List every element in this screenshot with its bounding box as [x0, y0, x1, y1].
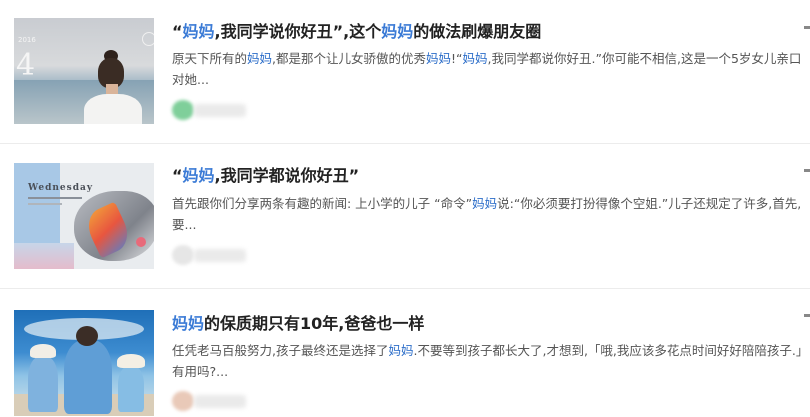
- thumb-date-label: 2016: [18, 36, 36, 44]
- result-title[interactable]: “妈妈,我同学说你好丑”,这个妈妈的做法刷爆朋友圈: [172, 18, 802, 42]
- result-item[interactable]: 2016 4 “妈妈,我同学说你好丑”,这个妈妈的做法刷爆朋友圈 原天下所有的妈…: [0, 0, 810, 144]
- thumb-figure: [28, 356, 58, 412]
- result-item[interactable]: 妈妈的保质期只有10年,爸爸也一样 任凭老马百般努力,孩子最终还是选择了妈妈.不…: [0, 288, 810, 417]
- title-text: 的做法刷爆朋友圈: [413, 22, 542, 41]
- thumb-line: [28, 203, 62, 205]
- search-results-list: 2016 4 “妈妈,我同学说你好丑”,这个妈妈的做法刷爆朋友圈 原天下所有的妈…: [0, 0, 810, 417]
- edge-marker: [804, 169, 810, 172]
- snippet-text: 原天下所有的: [172, 51, 248, 66]
- snippet-highlight: 妈妈: [247, 51, 273, 66]
- source-name-blurred: [194, 395, 246, 408]
- source-avatar: [172, 391, 194, 411]
- title-highlight: 妈妈: [182, 22, 215, 41]
- source-account[interactable]: [172, 391, 247, 411]
- thumb-figure: [64, 340, 112, 414]
- thumb-date-number: 4: [16, 48, 36, 83]
- result-thumbnail[interactable]: 2016 4: [14, 18, 154, 124]
- title-highlight: 妈妈: [172, 314, 205, 333]
- source-name-blurred: [194, 104, 246, 117]
- snippet-text: !“: [451, 51, 463, 66]
- snippet-highlight: 妈妈: [472, 196, 498, 211]
- snippet-highlight: 妈妈: [462, 51, 488, 66]
- title-text: ,我同学都说你好丑”: [214, 166, 360, 185]
- thumb-word: Wednesday: [28, 183, 94, 193]
- snippet-text: ,都是那个让儿女骄傲的优秀: [272, 51, 427, 66]
- thumb-figure: [117, 354, 145, 368]
- source-avatar: [172, 245, 194, 265]
- title-text: 的保质期只有10年,爸爸也一样: [204, 314, 425, 333]
- snippet-text: 首先跟你们分享两条有趣的新闻: 上小学的儿子 “命令”: [172, 196, 473, 211]
- source-account[interactable]: [172, 245, 247, 265]
- thumb-figure: [30, 344, 56, 358]
- result-thumbnail[interactable]: Wednesday: [14, 163, 154, 269]
- thumb-figure: [118, 366, 144, 412]
- result-snippet: 任凭老马百般努力,孩子最终还是选择了妈妈.不要等到孩子都长大了,才想到,「哦,我…: [172, 340, 810, 382]
- title-text: “: [172, 22, 183, 41]
- snippet-text: 任凭老马百般努力,孩子最终还是选择了: [172, 343, 389, 358]
- title-highlight: 妈妈: [182, 166, 215, 185]
- thumb-figure: [76, 326, 98, 346]
- snippet-highlight: 妈妈: [388, 343, 414, 358]
- result-thumbnail[interactable]: [14, 310, 154, 416]
- result-title[interactable]: “妈妈,我同学都说你好丑”: [172, 162, 802, 186]
- result-title[interactable]: 妈妈的保质期只有10年,爸爸也一样: [172, 310, 802, 334]
- snippet-highlight: 妈妈: [426, 51, 452, 66]
- title-text: “: [172, 166, 183, 185]
- thumb-line: [28, 197, 82, 199]
- source-account[interactable]: [172, 100, 247, 120]
- source-name-blurred: [194, 249, 246, 262]
- result-snippet: 首先跟你们分享两条有趣的新闻: 上小学的儿子 “命令”妈妈说:“你必须要打扮得像…: [172, 193, 810, 235]
- title-text: ,我同学说你好丑”,这个: [214, 22, 382, 41]
- title-highlight: 妈妈: [381, 22, 414, 41]
- thumb-panel: [14, 243, 74, 269]
- edge-marker: [804, 26, 810, 29]
- thumb-drop: [136, 237, 146, 247]
- thumb-ring-decoration: [142, 32, 154, 46]
- result-item[interactable]: Wednesday “妈妈,我同学都说你好丑” 首先跟你们分享两条有趣的新闻: …: [0, 143, 810, 289]
- result-snippet: 原天下所有的妈妈,都是那个让儿女骄傲的优秀妈妈!“妈妈,我同学都说你好丑.”你可…: [172, 48, 810, 90]
- thumb-figure: [84, 94, 142, 124]
- edge-marker: [804, 314, 810, 317]
- source-avatar: [172, 100, 194, 120]
